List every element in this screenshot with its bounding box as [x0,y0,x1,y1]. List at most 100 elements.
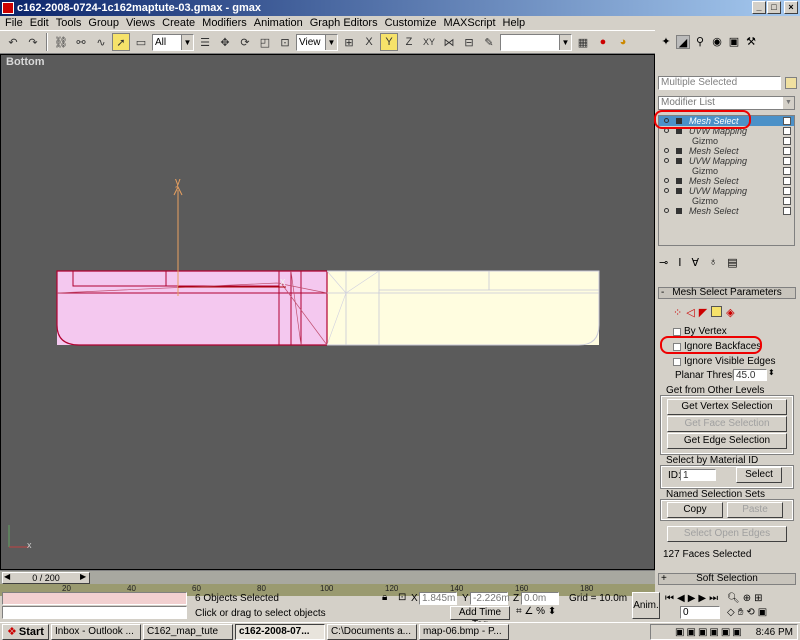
motion-tab-icon[interactable]: ◉ [710,35,724,49]
mirror-icon[interactable]: ⋈ [440,33,458,51]
bind-space-warp-icon[interactable]: ∿ [92,33,110,51]
create-tab-icon[interactable]: ✦ [659,35,673,49]
zoom-all-icon[interactable]: ⊕ [743,593,751,604]
menu-animation[interactable]: Animation [251,16,307,30]
viewport-canvas[interactable] [1,55,656,571]
planar-thresh-field[interactable]: 45.0 [733,369,767,381]
lightbulb-icon[interactable] [664,148,669,153]
prev-frame-icon[interactable]: ◀ [4,572,10,581]
selection-filter-dropdown[interactable]: All ▼ [152,33,194,51]
select-open-edges-button[interactable]: Select Open Edges [667,526,787,542]
pin-stack-icon[interactable]: ⊸ [659,256,668,269]
named-selection-icon[interactable]: ✎ [480,33,498,51]
modify-tab-icon[interactable]: ◢ [676,35,690,49]
percent-snap-icon[interactable]: % [536,606,545,617]
get-edge-selection-button[interactable]: Get Edge Selection [667,433,787,449]
material-id-field[interactable]: 1 [680,469,716,481]
x-coord-field[interactable]: 1.845m [419,592,457,605]
axis-y-icon[interactable]: Y [380,33,398,51]
start-button[interactable]: ❖ Start [2,623,49,640]
stack-item-checkbox[interactable] [783,207,791,215]
menu-tools[interactable]: Tools [53,16,86,30]
lock-selection-icon[interactable]: 🔒︎ [382,592,387,603]
object-color-swatch[interactable] [785,77,797,89]
previous-frame-icon[interactable]: ◀ [677,593,685,604]
utilities-tab-icon[interactable]: ⚒ [744,35,758,49]
minimize-button[interactable]: _ [752,1,766,14]
zoom-icon[interactable]: 🔍︎ [727,593,740,604]
stack-item-checkbox[interactable] [783,137,791,145]
time-slider-thumb[interactable]: 0 / 200 [2,572,90,584]
maxscript-mini-listener[interactable] [2,606,187,619]
stack-item-mesh-select[interactable]: Mesh Select [659,206,794,216]
hierarchy-tab-icon[interactable]: ⚲ [693,35,707,49]
lightbulb-icon[interactable] [664,188,669,193]
object-name-field[interactable]: Multiple Selected [658,76,781,90]
show-end-result-icon[interactable]: Ⅰ [678,256,681,269]
remove-modifier-icon[interactable]: ♁ [709,256,717,269]
clock[interactable]: 8:46 PM [756,627,793,638]
polygon-level-icon[interactable] [711,306,723,317]
element-level-icon[interactable]: ◈ [726,306,734,319]
stack-item-uvw-mapping[interactable]: UVW Mapping [659,156,794,166]
edge-level-icon[interactable]: ◁ [686,306,694,319]
maximize-button[interactable]: □ [767,1,781,14]
modifier-list-dropdown[interactable]: Modifier List ▼ [658,96,795,110]
modifier-stack[interactable]: Mesh Select UVW Mapping Gizmo Mesh Selec… [658,115,795,246]
select-object-icon[interactable]: ➚ [112,33,130,51]
stack-item-mesh-select[interactable]: Mesh Select [659,176,794,186]
zoom-extents-icon[interactable]: ⊞ [754,593,762,604]
next-frame-button-icon[interactable]: ▶ [698,593,706,604]
next-frame-icon[interactable]: ▶ [80,572,86,581]
arc-rotate-icon[interactable]: ⟲ [746,607,754,618]
current-frame-field[interactable]: 0 [680,606,720,619]
time-slider[interactable]: 0 / 200 ◀ ▶ [0,570,655,584]
lightbulb-icon[interactable] [664,178,669,183]
stack-item-checkbox[interactable] [783,117,791,125]
field-of-view-icon[interactable]: ◇ [727,607,735,618]
align-icon[interactable]: ⊟ [460,33,478,51]
taskbar-item-documents[interactable]: C:\Documents a... [326,623,417,640]
axis-x-icon[interactable]: X [360,33,378,51]
menu-graph-editors[interactable]: Graph Editors [307,16,382,30]
z-coord-field[interactable]: 0.0m [521,592,559,605]
move-icon[interactable]: ✥ [216,33,234,51]
stack-item-checkbox[interactable] [783,197,791,205]
stack-item-gizmo[interactable]: Gizmo [659,136,794,146]
squash-icon[interactable]: ⊡ [276,33,294,51]
copy-button[interactable]: Copy [667,502,723,518]
taskbar-item-gmax[interactable]: c162-2008-07... [234,623,325,640]
get-face-selection-button[interactable]: Get Face Selection [667,416,787,432]
material-editor-icon[interactable]: ▦ [574,33,592,51]
close-button[interactable]: × [784,1,798,14]
vertex-level-icon[interactable]: ⁘ [673,306,682,319]
maximize-viewport-icon[interactable]: ▣ [758,607,767,618]
stack-item-gizmo[interactable]: Gizmo [659,196,794,206]
stack-item-gizmo[interactable]: Gizmo [659,166,794,176]
select-by-id-button[interactable]: Select [736,467,782,483]
stack-item-checkbox[interactable] [783,177,791,185]
menu-maxscript[interactable]: MAXScript [441,16,500,30]
stack-item-mesh-select[interactable]: Mesh Select [659,146,794,156]
ignore-visible-edges-checkbox[interactable]: Ignore Visible Edges [673,356,776,367]
menu-views[interactable]: Views [123,16,159,30]
region-select-icon[interactable]: ▭ [132,33,150,51]
maxscript-listener[interactable] [2,592,187,605]
unlink-icon[interactable]: ⚯ [72,33,90,51]
soft-selection-rollout[interactable]: + Soft Selection [658,573,796,585]
render-icon[interactable]: ● [594,33,612,51]
go-to-end-icon[interactable]: ⏭ [709,593,718,604]
select-by-name-icon[interactable]: ☰ [196,33,214,51]
viewport-label[interactable]: Bottom [6,56,45,68]
snap-toggle-icon[interactable]: ⌗ [516,606,522,617]
named-selection-dropdown[interactable]: ▼ [500,33,572,51]
axis-xy-icon[interactable]: XY [420,33,438,51]
mesh-select-parameters-rollout[interactable]: - Mesh Select Parameters [658,287,796,299]
display-tab-icon[interactable]: ▣ [727,35,741,49]
y-coord-field[interactable]: -2.226m [470,592,510,605]
link-icon[interactable]: ⛓ [52,33,70,51]
stack-item-checkbox[interactable] [783,147,791,155]
checkbox[interactable] [673,357,681,366]
menu-customize[interactable]: Customize [382,16,441,30]
unselected-faces[interactable] [327,271,599,345]
